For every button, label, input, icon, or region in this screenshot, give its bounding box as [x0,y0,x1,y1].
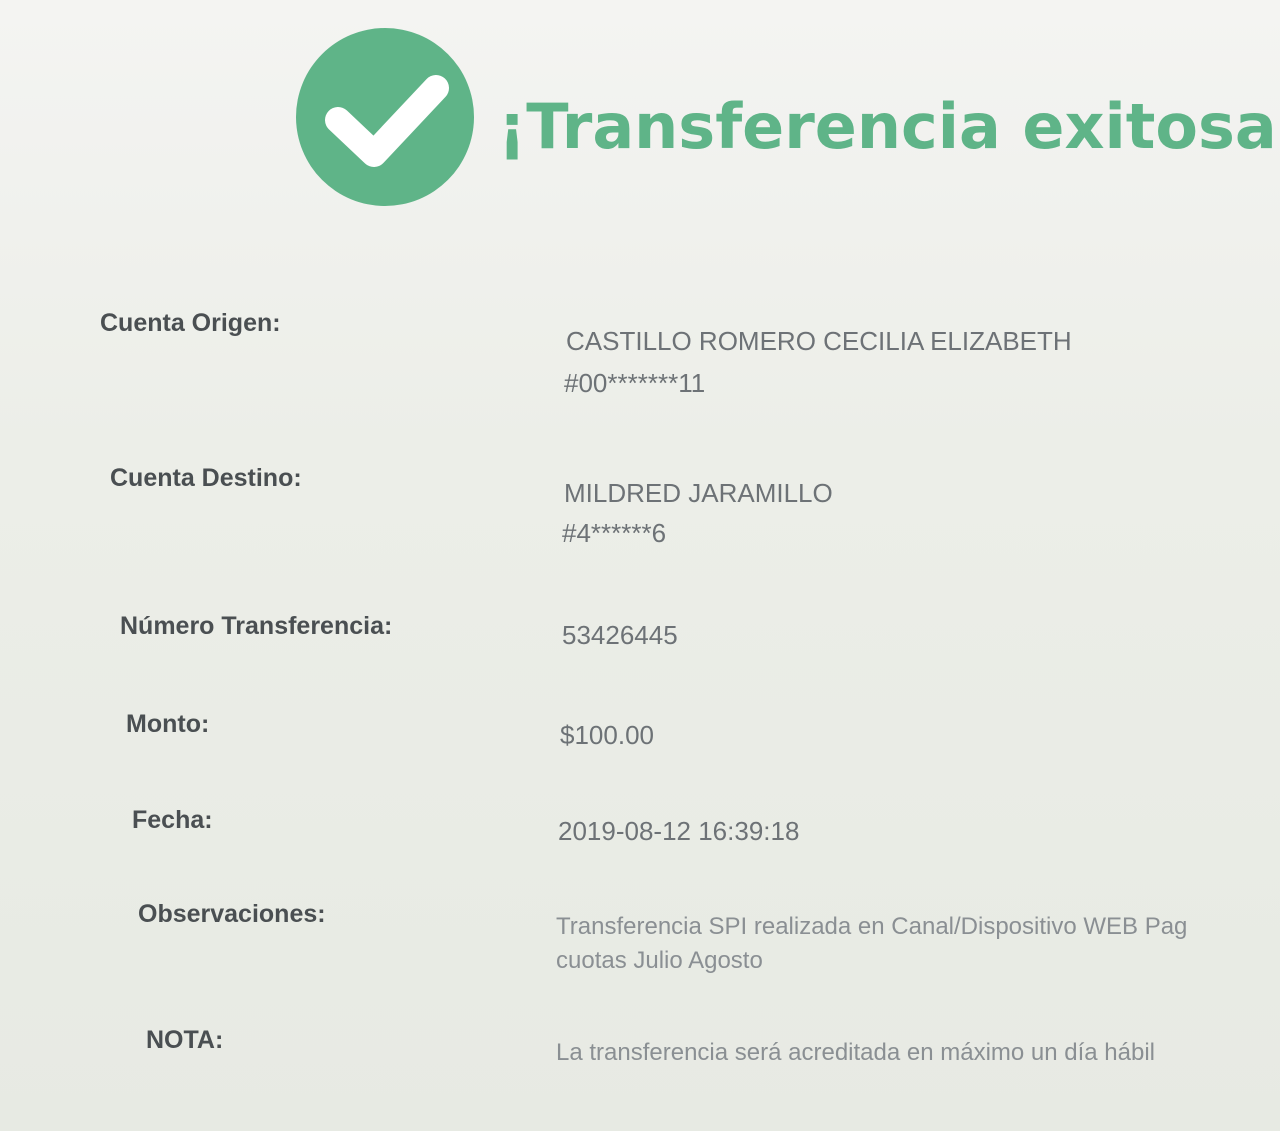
observaciones-label: Observaciones: [138,900,326,928]
nota-label: NOTA: [146,1026,224,1054]
monto-label: Monto: [126,710,210,738]
numero-transferencia-value: 53426445 [562,620,678,650]
monto-value: $100.00 [560,720,654,750]
observaciones-line1: Transferencia SPI realizada en Canal/Dis… [556,913,1188,940]
nota-value: La transferencia será acreditada en máxi… [556,1039,1156,1066]
numero-transferencia-label: Número Transferencia: [120,612,393,640]
cuenta-origen-account: #00*******11 [564,368,706,398]
cuenta-destino-account: #4******6 [562,518,667,548]
cuenta-destino-label: Cuenta Destino: [110,464,302,492]
transfer-receipt: ¡Transferencia exitosa! Cuenta Origen: C… [0,0,1280,1131]
cuenta-destino-name: MILDRED JARAMILLO [564,478,833,508]
success-header: ¡Transferencia exitosa! [296,28,1280,213]
page-title: ¡Transferencia exitosa! [498,90,1280,163]
observaciones-line2: cuotas Julio Agosto [556,947,763,974]
fecha-label: Fecha: [132,806,213,834]
cuenta-origen-label: Cuenta Origen: [100,309,281,337]
check-circle-icon [296,28,474,206]
cuenta-origen-name: CASTILLO ROMERO CECILIA ELIZABETH [566,326,1072,356]
fecha-value: 2019-08-12 16:39:18 [558,816,800,846]
